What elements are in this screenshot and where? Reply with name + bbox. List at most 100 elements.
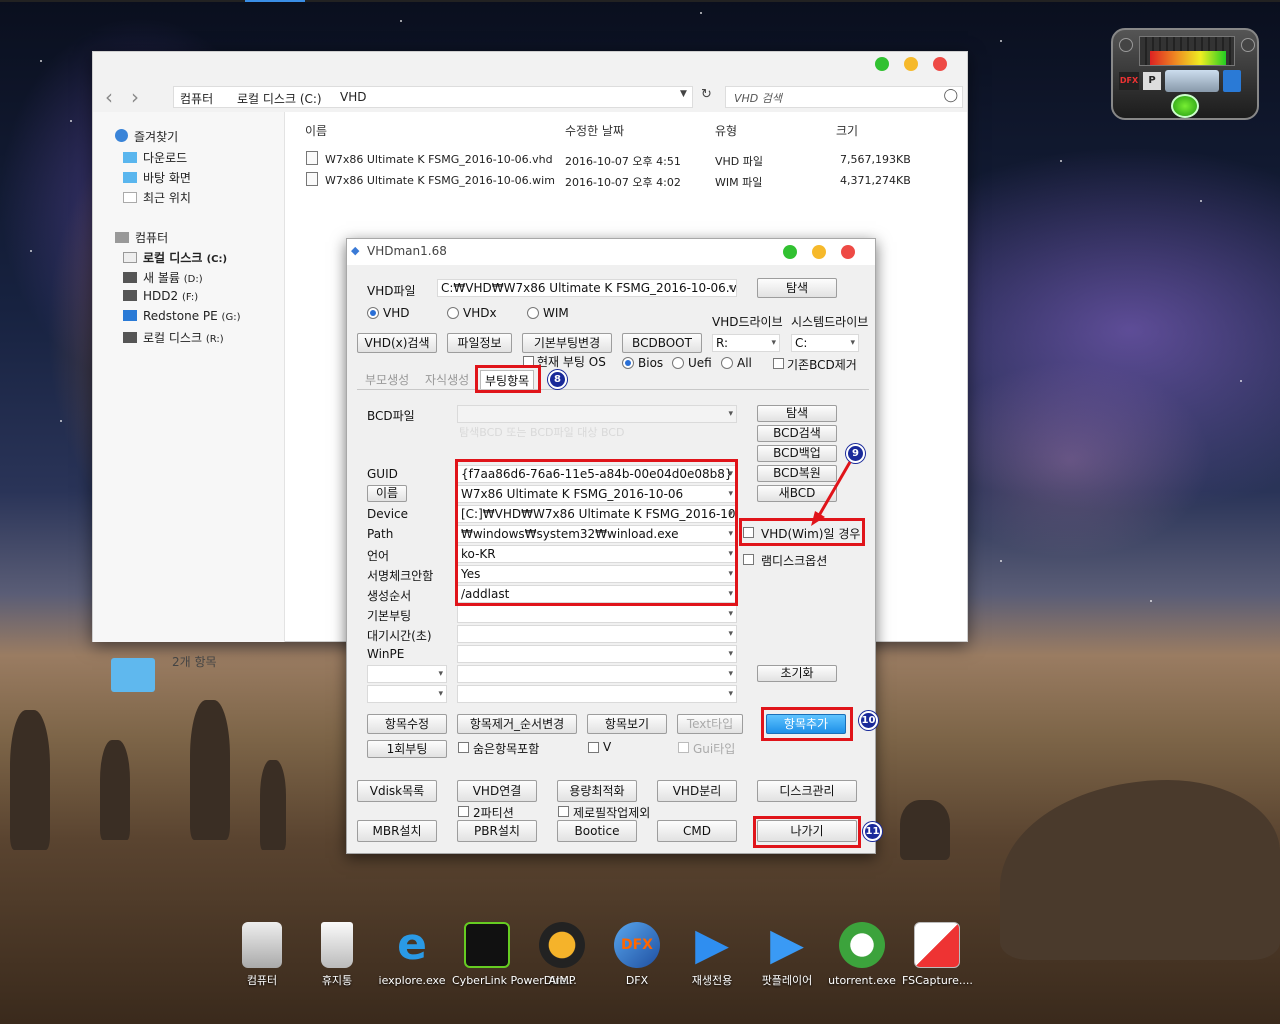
column-size[interactable]: 크기 xyxy=(836,122,858,139)
search-input[interactable]: VHD 검색 ◯ xyxy=(725,86,963,108)
ramdisk-checkbox[interactable] xyxy=(743,554,754,565)
sidebar-item-drive-r[interactable]: 로컬 디스크 (R:) xyxy=(123,329,224,346)
system-drive-select[interactable]: C: xyxy=(791,334,859,352)
dock-item-player[interactable]: ▶ 재생전용 xyxy=(677,922,747,988)
vhd-attach-button[interactable]: VHD연결 xyxy=(457,780,537,802)
winpe-combo[interactable] xyxy=(457,645,737,663)
folder-icon xyxy=(123,172,137,183)
breadcrumb-item[interactable]: 로컬 디스크 (C:) xyxy=(237,90,322,107)
radio-wim[interactable] xyxy=(527,307,539,319)
compact-button[interactable]: 용량최적화 xyxy=(557,780,637,802)
dock-item-iexplore[interactable]: e iexplore.exe xyxy=(377,922,447,988)
bootice-button[interactable]: Bootice xyxy=(557,820,637,842)
dock-item-trash[interactable]: 휴지통 xyxy=(302,922,372,987)
edit-entry-button[interactable]: 항목수정 xyxy=(367,714,447,734)
power-icon[interactable] xyxy=(1171,94,1199,118)
sidebar-computer[interactable]: 컴퓨터 xyxy=(115,229,168,246)
column-name[interactable]: 이름 xyxy=(305,122,327,139)
minimize-button[interactable] xyxy=(904,57,918,71)
mode-buttons[interactable] xyxy=(1165,70,1219,92)
boot-once-button[interactable]: 1회부팅 xyxy=(367,740,447,758)
breadcrumb-item[interactable]: 컴퓨터 xyxy=(180,90,213,107)
radio-bios[interactable] xyxy=(622,357,634,369)
default-boot-combo[interactable] xyxy=(457,605,737,623)
two-partition-checkbox[interactable] xyxy=(458,806,469,817)
default-boot-change-button[interactable]: 기본부팅변경 xyxy=(522,333,612,353)
dock-item-computer[interactable]: 컴퓨터 xyxy=(227,922,297,987)
radio-vhdx[interactable] xyxy=(447,307,459,319)
p-button[interactable]: P xyxy=(1143,72,1161,90)
dock-item-fscapture[interactable]: FSCapture.... xyxy=(902,922,973,987)
maximize-button[interactable] xyxy=(875,57,889,71)
vhdx-search-button[interactable]: VHD(x)검색 xyxy=(357,333,437,353)
radio-vhd[interactable] xyxy=(367,307,379,319)
back-icon[interactable]: ‹ xyxy=(105,87,113,107)
knob-icon[interactable] xyxy=(1241,38,1255,52)
file-info-button[interactable]: 파일정보 xyxy=(447,333,512,353)
view-entries-button[interactable]: 항목보기 xyxy=(587,714,667,734)
name-button[interactable]: 이름 xyxy=(367,485,407,502)
dropdown-icon[interactable]: ▼ xyxy=(680,89,687,99)
tab-child[interactable]: 자식생성 xyxy=(421,370,473,389)
sidebar-item-drive-g[interactable]: Redstone PE (G:) xyxy=(123,309,240,323)
column-date[interactable]: 수정한 날짜 xyxy=(565,122,624,139)
bcdboot-button[interactable]: BCDBOOT xyxy=(622,333,702,353)
sidebar-item-recent[interactable]: 최근 위치 xyxy=(123,189,191,206)
vdisk-list-button[interactable]: Vdisk목록 xyxy=(357,780,437,802)
close-button[interactable] xyxy=(933,57,947,71)
v-checkbox[interactable] xyxy=(588,742,599,753)
forward-icon[interactable]: › xyxy=(131,87,139,107)
reset-button[interactable]: 초기화 xyxy=(757,665,837,682)
cmd-button[interactable]: CMD xyxy=(657,820,737,842)
mbr-install-button[interactable]: MBR설치 xyxy=(357,820,437,842)
remove-reorder-button[interactable]: 항목제거_순서변경 xyxy=(457,714,577,734)
refresh-icon[interactable]: ↻ xyxy=(701,87,712,102)
pbr-install-button[interactable]: PBR설치 xyxy=(457,820,537,842)
timeout-combo[interactable] xyxy=(457,625,737,643)
sidebar-item-drive-d[interactable]: 새 볼륨 (D:) xyxy=(123,269,203,286)
sidebar-favorites[interactable]: 즐겨찾기 xyxy=(115,128,178,145)
browse-button[interactable]: 탐색 xyxy=(757,278,837,298)
extra-value-combo[interactable] xyxy=(457,685,737,703)
search-icon[interactable]: ◯ xyxy=(943,88,958,103)
dock-item-dfx[interactable]: DFX DFX xyxy=(602,922,672,987)
hidden-items-checkbox[interactable] xyxy=(458,742,469,753)
bcd-search-button[interactable]: BCD검색 xyxy=(757,425,837,442)
dock-item-utorrent[interactable]: utorrent.exe xyxy=(827,922,897,987)
text-type-button[interactable]: Text타입 xyxy=(677,714,743,734)
gui-type-checkbox[interactable] xyxy=(678,742,689,753)
vhd-drive-select[interactable]: R: xyxy=(712,334,780,352)
knob-icon[interactable] xyxy=(1119,38,1133,52)
disk-management-button[interactable]: 디스크관리 xyxy=(757,780,857,802)
extra-value-combo[interactable] xyxy=(457,665,737,683)
address-bar[interactable]: 컴퓨터 로컬 디스크 (C:) VHD ▼ ↻ xyxy=(173,86,712,108)
extra-key-combo[interactable] xyxy=(367,685,447,703)
dfx-audio-widget[interactable]: DFX P xyxy=(1111,28,1259,120)
bcd-browse-button[interactable]: 탐색 xyxy=(757,405,837,422)
vhd-file-combo[interactable]: C:₩VHD₩W7x86 Ultimate K FSMG_2016-10-06.… xyxy=(437,279,737,297)
radio-all[interactable] xyxy=(721,357,733,369)
extra-key-combo[interactable] xyxy=(367,665,447,683)
zero-fill-checkbox[interactable] xyxy=(558,806,569,817)
sidebar-item-drive-c[interactable]: 로컬 디스크 (C:) xyxy=(123,249,227,266)
highlight-add-entry xyxy=(761,707,853,741)
vhd-detach-button[interactable]: VHD분리 xyxy=(657,780,737,802)
dock-item-potplayer[interactable]: ▶ 팟플레이어 xyxy=(752,919,822,988)
close-button[interactable] xyxy=(841,245,855,259)
tab-parent[interactable]: 부모생성 xyxy=(361,370,413,389)
minimize-button[interactable] xyxy=(812,245,826,259)
dock-item-powerdirector[interactable]: CyberLink PowerDire... xyxy=(452,922,577,987)
bcd-file-combo[interactable] xyxy=(457,405,737,423)
sidebar-item-drive-f[interactable]: HDD2 (F:) xyxy=(123,289,198,303)
radio-uefi[interactable] xyxy=(672,357,684,369)
sidebar-item-downloads[interactable]: 다운로드 xyxy=(123,149,187,166)
remove-bcd-checkbox[interactable] xyxy=(773,358,784,369)
highlight-exit xyxy=(753,816,861,848)
potplayer-icon: ▶ xyxy=(770,919,804,970)
maximize-button[interactable] xyxy=(783,245,797,259)
dock-item-aimp[interactable]: AIMP xyxy=(527,922,597,987)
column-type[interactable]: 유형 xyxy=(715,122,737,139)
sidebar-item-desktop[interactable]: 바탕 화면 xyxy=(123,169,191,186)
breadcrumb-item[interactable]: VHD xyxy=(340,90,366,104)
equalizer-display xyxy=(1139,36,1235,66)
